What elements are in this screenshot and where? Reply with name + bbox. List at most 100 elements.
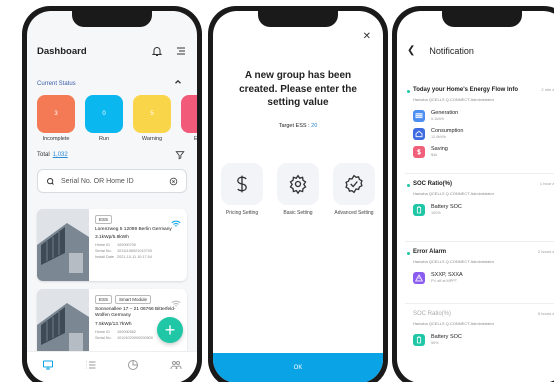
phone-dashboard: Dashboard Current Status 3 Incomplete 0 Run… [22,6,202,382]
advanced-setting-button[interactable]: Advanced Setting [333,163,375,217]
notification-title: Error Alarm [413,249,447,255]
metric-icon [413,271,425,284]
metric-value: 12.9kWh [431,134,446,139]
status-tile[interactable]: 1 Error [181,95,197,142]
site-tag: Smart Module [115,295,152,304]
site-address: Lorenzweg 5 12099 Berlin Germany [95,227,172,232]
notification-metrics: SXXP, SXXA PV off at MPPT [413,271,554,284]
notification-header: ❮ Notification [407,45,554,56]
site-tags: ESS [95,215,183,224]
phone-notch [442,11,522,27]
unread-dot [407,252,410,255]
site-card[interactable]: ESS Lorenzweg 5 12099 Berlin Germany 3.1kW… [37,209,187,281]
add-site-button[interactable]: + [157,317,183,343]
metric-icon [413,145,425,158]
notification-item[interactable]: Today your Home's Energy Flow Info 2 min … [397,87,554,158]
tab-users-icon[interactable] [170,359,182,371]
notification-source: Hanwha QCELLS Q.CONNECT Administrator [413,320,495,326]
metric-value: 50% [431,340,439,345]
status-label: Incomplete [42,136,70,142]
total-count: Total 1,032 [37,152,68,158]
notification-divider [405,241,554,242]
metric-value: $4k [431,152,438,157]
ok-button[interactable]: OK [213,353,383,382]
metric-name: Saving [431,145,448,152]
search-input[interactable]: Serial No. OR Home ID [37,169,187,193]
site-photo [37,209,89,281]
status-summary: 3 Incomplete 0 Run 5 Warning 1 Error [37,95,197,142]
notification-item[interactable]: SOC Ratio(%) 1 hour ago Hanwha QCELLS Q.CO… [397,181,554,216]
search-icon [47,177,54,185]
meta-value: 10101020000000500 [117,335,153,340]
status-label: Run [98,136,110,142]
site-meta: Home ID 100000700 Serial No. 10111106921010… [95,243,183,260]
metric-name: Consumption [431,127,464,134]
site-tag: ESS [95,295,113,304]
unread-dot [407,90,410,93]
notification-time: 2 min ago [541,87,554,92]
meta-value: 10111106921010700 [117,249,153,254]
phone-notch [72,11,152,27]
metric-name: SXXP, SXXA [431,271,463,278]
notification-time: 5 hours ago [537,311,554,316]
metric-item: SXXP, SXXA PV off at MPPT [413,271,483,284]
pricing-setting-button[interactable]: Pricing Setting [221,163,263,217]
site-info: ESS Lorenzweg 5 12099 Berlin Germany 3.1kW… [95,215,183,261]
phone-group-dialog: ✕ A new group has been created. Please e… [208,6,388,382]
metric-text: Consumption 12.9kWh [431,128,463,139]
dialog-message: A new group has been created. Please ent… [239,70,357,108]
site-capacity: 3.1kWp/5.8kWh [95,235,129,241]
menu-icon[interactable] [175,45,187,57]
metric-value: 100% [431,210,441,215]
metric-value: PV off at MPPT [431,278,458,283]
status-tile[interactable]: 3 Incomplete [37,95,75,142]
metric-text: Battery SOC 50% [431,334,462,345]
notification-divider [405,303,554,304]
basic-setting-button[interactable]: Basic Setting [277,163,319,217]
badge-check-icon [345,174,363,194]
site-tags: ESS Smart Module [95,295,183,304]
total-value-link[interactable]: 1,032 [53,152,68,158]
advanced-setting-tile [333,163,375,205]
meta-key: Serial No. [95,335,112,340]
notification-time: 2 hours ago [537,249,554,254]
tab-monitor-icon[interactable] [42,359,54,371]
status-tile[interactable]: 5 Warning [133,95,171,142]
back-icon[interactable]: ❮ [407,45,415,56]
metric-name: Battery SOC [431,333,462,340]
notification-source: Hanwha QCELLS Q.CONNECT Administrator [413,96,495,102]
meta-row: Install Date 2021-10-11 10:17:04 [95,255,183,261]
clear-icon[interactable] [169,177,178,186]
filter-icon[interactable] [175,150,185,160]
notification-item[interactable]: Error Alarm 2 hours ago Hanwha QCELLS Q.CO… [397,249,554,284]
bell-icon[interactable] [151,45,163,57]
tab-report-icon[interactable] [127,359,139,371]
search-placeholder: Serial No. OR Home ID [61,177,134,185]
dashboard-header: Dashboard [37,45,187,57]
status-tile[interactable]: 0 Run [85,95,123,142]
metric-text: Generation 5.1kWh [431,110,458,121]
notification-metrics: Battery SOC 100% [413,203,554,216]
notification-item[interactable]: SOC Ratio(%) 5 hours ago Hanwha QCELLS Q.C… [397,311,554,346]
metric-text: SXXP, SXXA PV off at MPPT [431,272,463,283]
metric-item: Generation 5.1kWh [413,109,483,122]
status-count: 1 [181,95,197,133]
page-title: Dashboard [37,45,87,57]
metric-name: Generation [431,109,459,116]
notification-time: 1 hour ago [539,181,554,186]
basic-setting-label: Basic Setting [283,210,313,216]
pricing-setting-label: Pricing Setting [225,210,259,216]
target-ess: Target ESS : 20 [213,123,383,129]
chevron-up-icon[interactable] [173,77,183,87]
status-label: Warning [141,136,163,142]
status-count: 5 [133,95,171,133]
notification-title: Today your Home's Energy Flow Info [413,87,518,93]
notification-divider [405,173,554,174]
current-status-label: Current Status [37,81,76,87]
metric-item: Battery SOC 50% [413,333,483,346]
advanced-setting-label: Advanced Setting [334,210,374,216]
wifi-icon [171,295,181,307]
notification-metrics: Battery SOC 50% [413,333,554,346]
close-icon[interactable]: ✕ [363,31,371,42]
tab-list-icon[interactable] [85,359,97,371]
